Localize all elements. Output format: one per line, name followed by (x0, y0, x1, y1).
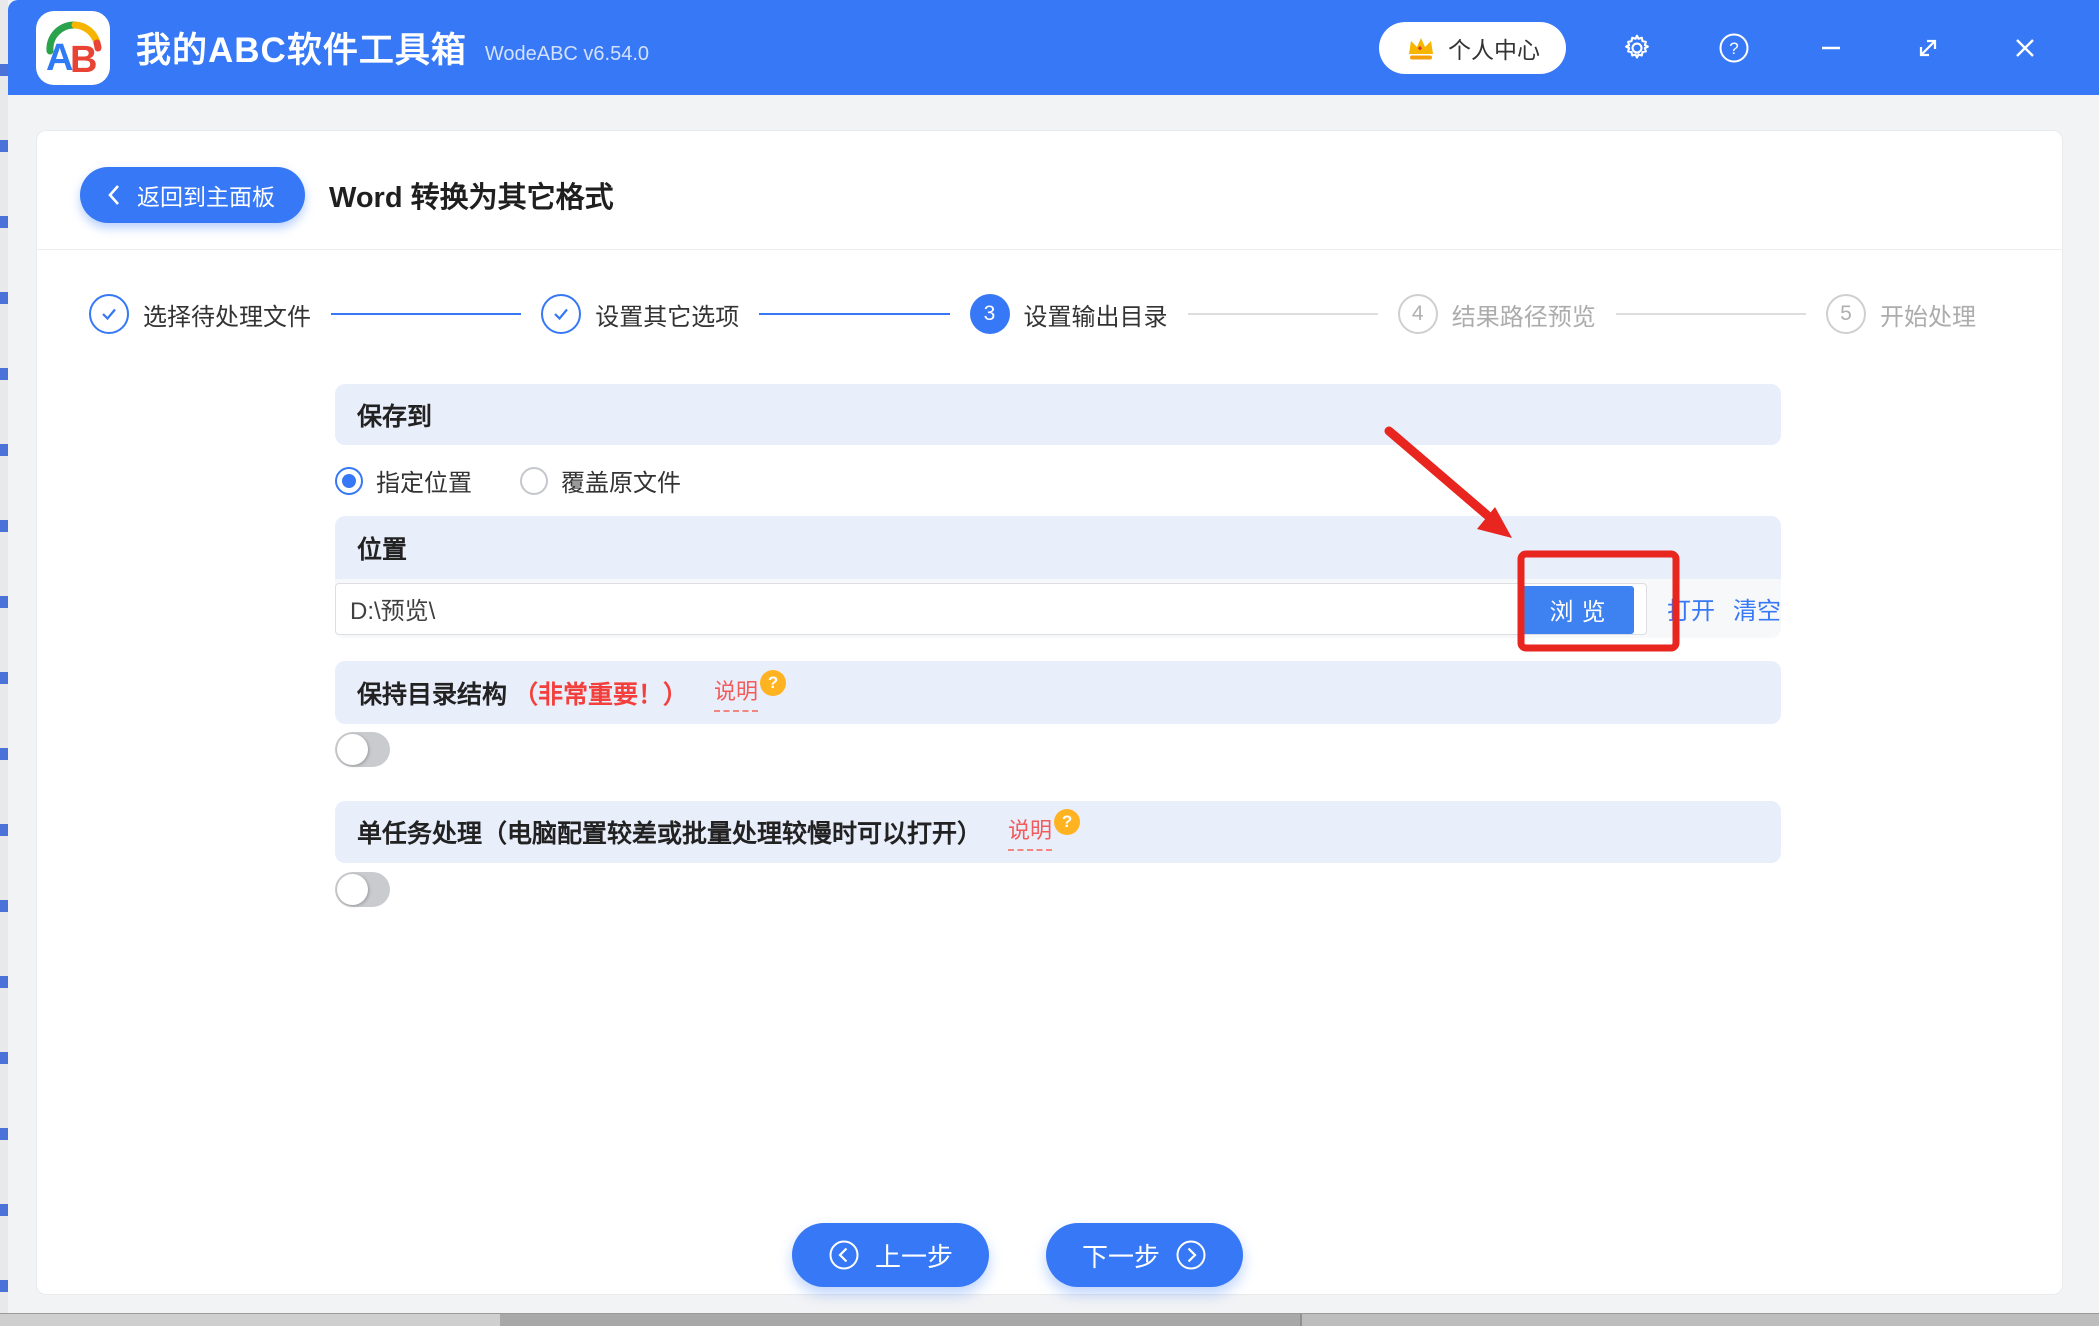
step-connector (1615, 313, 1806, 315)
step-2-other-options: 设置其它选项 (541, 294, 739, 334)
open-folder-link[interactable]: 打开 (1667, 591, 1715, 626)
toggle-knob (337, 734, 368, 765)
location-header-band: 位置 (335, 516, 1781, 579)
close-icon (2015, 38, 2034, 57)
svg-text:B: B (70, 39, 97, 79)
save-to-header-band: 保存到 (335, 384, 1781, 445)
chevron-left-icon (108, 185, 119, 205)
main-panel: 返回到主面板 Word 转换为其它格式 选择待处理文件 设置其它选项 3 设置输… (36, 130, 2063, 1295)
step-number: 4 (1397, 294, 1438, 334)
back-to-main-button[interactable]: 返回到主面板 (80, 167, 305, 223)
keep-structure-toggle-off[interactable] (335, 732, 390, 767)
single-task-toggle-off[interactable] (335, 872, 390, 907)
step-label: 选择待处理文件 (143, 303, 311, 331)
maximize-button[interactable] (1879, 0, 1976, 95)
minimize-icon (1821, 46, 1840, 49)
radio-icon (335, 466, 363, 495)
help-button[interactable]: ? (1685, 0, 1782, 95)
save-to-options: 指定位置 覆盖原文件 (335, 445, 681, 516)
svg-text:?: ? (1729, 39, 1738, 58)
location-header: 位置 (357, 535, 408, 564)
step-check-icon (541, 294, 582, 334)
minimize-button[interactable] (1782, 0, 1879, 95)
radio-icon (520, 466, 548, 495)
save-to-header: 保存到 (357, 402, 433, 431)
close-button[interactable] (1976, 0, 2073, 95)
question-badge-icon[interactable]: ? (760, 669, 787, 696)
settings-button[interactable] (1588, 0, 1685, 95)
clear-path-link[interactable]: 清空 (1733, 591, 1781, 626)
keep-structure-header: 保持目录结构 (357, 680, 508, 709)
personal-center-label: 个人中心 (1448, 36, 1540, 63)
circle-chevron-right-icon (1176, 1240, 1206, 1270)
background-taskbar-segment (500, 1314, 1300, 1326)
single-task-band: 单任务处理（电脑配置较差或批量处理较慢时可以打开） 说明 ? (335, 801, 1781, 863)
app-version: WodeABC v6.54.0 (484, 43, 650, 65)
step-label: 开始处理 (1880, 303, 1976, 331)
step-label: 设置其它选项 (595, 303, 740, 331)
output-path-input[interactable] (336, 594, 1516, 623)
previous-step-button[interactable]: 上一步 (792, 1223, 990, 1287)
radio-overwrite-original[interactable]: 覆盖原文件 (520, 463, 681, 498)
step-number: 5 (1826, 294, 1866, 334)
next-step-button[interactable]: 下一步 (1046, 1223, 1244, 1287)
page-title: Word 转换为其它格式 (329, 182, 614, 214)
radio-specified-location[interactable]: 指定位置 (335, 463, 472, 498)
help-icon: ? (1719, 33, 1748, 62)
single-task-header: 单任务处理（电脑配置较差或批量处理较慢时可以打开） (357, 820, 983, 848)
important-note: （非常重要！） (513, 680, 689, 709)
keep-structure-band: 保持目录结构 （非常重要！） 说明 ? (335, 661, 1781, 724)
single-task-help-link[interactable]: 说明 (1008, 813, 1053, 851)
titlebar: A B 我的ABC软件工具箱 WodeABC v6.54.0 个人中心 ? (8, 0, 2099, 95)
toggle-knob (337, 874, 368, 905)
step-label: 结果路径预览 (1451, 303, 1596, 331)
crown-icon (1409, 37, 1433, 59)
radio-label: 指定位置 (376, 470, 472, 497)
app-logo-icon: A B (36, 10, 110, 85)
background-taskbar-segment (1300, 1314, 2099, 1326)
step-connector (759, 313, 950, 315)
wizard-steps: 选择待处理文件 设置其它选项 3 设置输出目录 4 结果路径预览 5 开始处理 (89, 283, 1976, 345)
next-step-label: 下一步 (1082, 1241, 1161, 1272)
question-badge-icon[interactable]: ? (1054, 809, 1081, 835)
step-1-select-files: 选择待处理文件 (89, 294, 311, 334)
back-button-label: 返回到主面板 (137, 184, 275, 210)
browse-button[interactable]: 浏览 (1521, 585, 1634, 634)
previous-step-label: 上一步 (875, 1241, 954, 1272)
gear-icon (1624, 34, 1649, 59)
step-connector (331, 313, 522, 315)
step-number: 3 (969, 294, 1010, 334)
path-field-wrap: 浏览 (335, 582, 1647, 635)
step-5-start-processing: 5 开始处理 (1826, 294, 1976, 334)
background-window-sliver (0, 0, 8, 1326)
divider (37, 249, 2062, 250)
personal-center-button[interactable]: 个人中心 (1379, 21, 1566, 74)
keep-structure-help-link[interactable]: 说明 (714, 674, 759, 712)
background-taskbar-strip (0, 1313, 2099, 1326)
app-title: 我的ABC软件工具箱 (136, 31, 467, 70)
step-check-icon (89, 294, 129, 334)
step-label: 设置输出目录 (1023, 303, 1168, 331)
step-4-result-preview: 4 结果路径预览 (1397, 294, 1596, 334)
step-connector (1187, 313, 1378, 315)
location-input-row: 浏览 打开 清空 (335, 579, 1781, 638)
circle-chevron-left-icon (829, 1240, 859, 1270)
expand-icon (1919, 39, 1936, 56)
radio-label: 覆盖原文件 (561, 470, 681, 497)
step-3-output-directory: 3 设置输出目录 (969, 294, 1168, 334)
